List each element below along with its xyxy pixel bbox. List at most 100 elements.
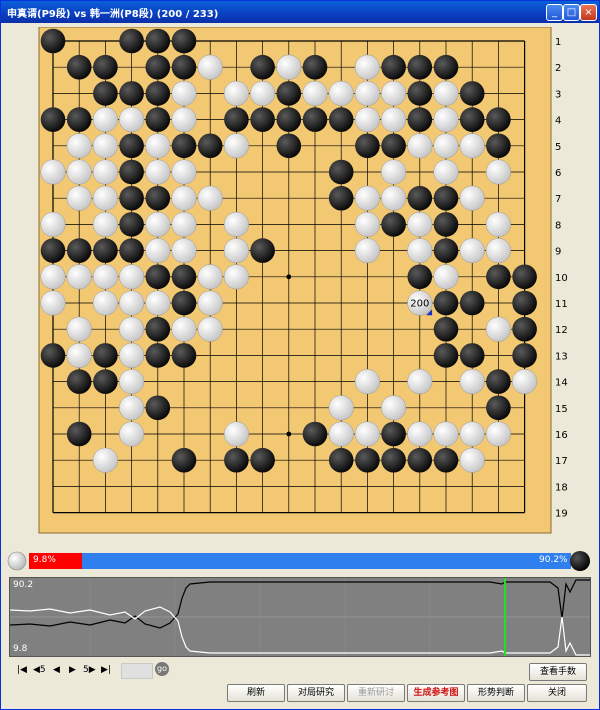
row-label: 2	[555, 63, 561, 74]
hoshi-point	[286, 274, 292, 280]
black-win-line	[10, 579, 590, 629]
black-stone	[119, 185, 144, 211]
win-rate-graph[interactable]: 90.2 9.8	[9, 577, 591, 657]
generate-reference-map-button[interactable]: 生成参考图	[407, 684, 465, 702]
maximize-button[interactable]: □	[563, 4, 580, 21]
white-stone	[381, 395, 407, 421]
board-panel: 12345678910111213141516171819ABCDEFGHIJK…	[7, 27, 591, 539]
row-label: 14	[555, 378, 568, 389]
white-stone	[119, 342, 145, 368]
white-stone	[197, 264, 223, 290]
black-stone	[302, 421, 328, 447]
white-stone	[485, 421, 511, 447]
white-stone	[485, 211, 511, 237]
white-stone	[328, 80, 354, 106]
row-label: 12	[555, 325, 568, 336]
black-stone	[119, 238, 144, 263]
last-move-button[interactable]: ▶|	[101, 665, 111, 675]
white-stone	[66, 159, 92, 185]
white-stone	[145, 133, 171, 159]
black-stone	[276, 133, 302, 159]
black-stone	[302, 54, 328, 80]
black-stone	[328, 447, 354, 473]
forward-button[interactable]: ▶	[69, 665, 76, 675]
white-stone	[92, 133, 118, 159]
black-stone	[433, 185, 459, 211]
black-stone	[328, 107, 354, 132]
black-stone	[407, 185, 433, 211]
white-stone	[250, 80, 276, 106]
white-stone	[459, 421, 485, 447]
black-stone	[171, 54, 197, 80]
close-window-button[interactable]: ×	[580, 4, 597, 21]
black-stone	[433, 54, 459, 80]
white-stone	[171, 316, 197, 342]
row-label: 18	[555, 482, 568, 493]
black-stone	[119, 159, 144, 185]
white-stone	[354, 80, 380, 106]
white-stone	[40, 211, 66, 237]
white-stone	[354, 54, 380, 80]
window-title: 申真谞(P9段) vs 韩一洲(P8段) (200 / 233)	[7, 9, 219, 20]
black-stone	[66, 107, 92, 132]
black-stone	[145, 54, 171, 80]
row-label: 16	[555, 430, 568, 441]
black-stone	[407, 264, 433, 290]
black-stone	[66, 238, 92, 263]
row-label: 8	[555, 220, 561, 231]
black-stone	[171, 264, 197, 290]
go-button[interactable]: go	[155, 662, 169, 676]
black-stone	[276, 107, 302, 132]
go-board[interactable]: 12345678910111213141516171819ABCDEFGHIJK…	[7, 27, 591, 539]
hoshi-point	[286, 431, 292, 437]
white-stone	[354, 107, 380, 133]
black-stone	[40, 107, 66, 132]
white-stone	[485, 316, 511, 342]
black-stone	[224, 447, 249, 473]
white-stone	[485, 238, 511, 264]
white-stone	[40, 159, 66, 185]
game-study-button[interactable]: 对局研究	[287, 684, 345, 702]
white-stone	[459, 369, 485, 395]
white-stone	[276, 54, 302, 80]
first-move-button[interactable]: |◀	[17, 665, 27, 675]
black-stone	[381, 133, 406, 159]
white-stone	[223, 211, 249, 237]
black-stone	[407, 54, 433, 80]
black-stone	[486, 107, 511, 132]
white-stone	[92, 290, 118, 316]
white-stone	[354, 211, 380, 237]
white-stone	[171, 159, 197, 185]
white-stone	[354, 421, 380, 447]
white-stone	[354, 238, 380, 264]
white-stone	[381, 107, 407, 133]
black-stone	[145, 343, 171, 368]
black-stone	[119, 81, 144, 106]
white-stone	[407, 421, 433, 447]
refresh-button[interactable]: 刷新	[227, 684, 285, 702]
black-stone	[459, 81, 485, 106]
white-stone	[92, 447, 118, 473]
white-stone	[407, 369, 433, 395]
white-stone-icon	[7, 551, 27, 571]
white-stone	[459, 133, 485, 159]
black-stone	[93, 81, 118, 106]
black-stone	[486, 133, 511, 159]
black-stone	[433, 316, 459, 342]
close-button[interactable]: 关闭	[527, 684, 587, 702]
white-stone	[145, 211, 171, 237]
back-button[interactable]: ◀	[53, 665, 60, 675]
white-stone	[381, 159, 407, 185]
view-moves-button[interactable]: 查看手数	[529, 663, 587, 681]
white-stone	[119, 316, 145, 342]
white-stone	[40, 264, 66, 290]
white-stone	[302, 80, 328, 106]
position-judge-button[interactable]: 形势判断	[467, 684, 525, 702]
back-5-button[interactable]: ◀5	[33, 665, 46, 675]
move-number-input[interactable]	[121, 663, 153, 679]
white-stone	[171, 211, 197, 237]
reanalyze-button[interactable]: 重新研讨	[347, 684, 405, 702]
forward-5-button[interactable]: 5▶	[83, 665, 96, 675]
white-stone	[328, 421, 354, 447]
minimize-button[interactable]: _	[546, 4, 563, 21]
